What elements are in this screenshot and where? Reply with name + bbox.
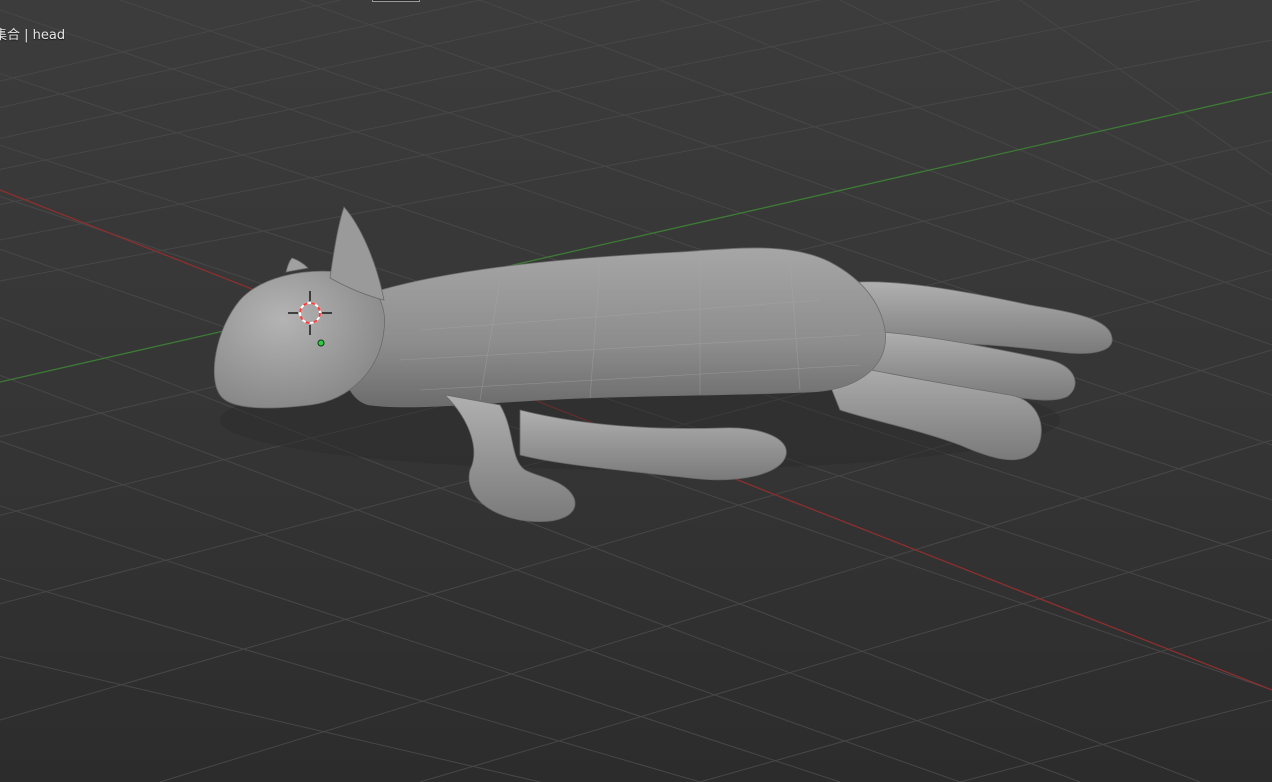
cat-mesh[interactable] bbox=[213, 206, 1113, 522]
cat-body bbox=[339, 247, 886, 408]
viewport-collection-label: 集合 | head bbox=[0, 28, 66, 43]
origin-dot-icon bbox=[317, 339, 325, 347]
header-edge-widget[interactable] bbox=[372, 0, 420, 2]
cat-ear-left bbox=[285, 257, 309, 273]
viewport-scene[interactable] bbox=[0, 0, 1272, 782]
3d-viewport[interactable]: . 集合 | head bbox=[0, 0, 1272, 782]
